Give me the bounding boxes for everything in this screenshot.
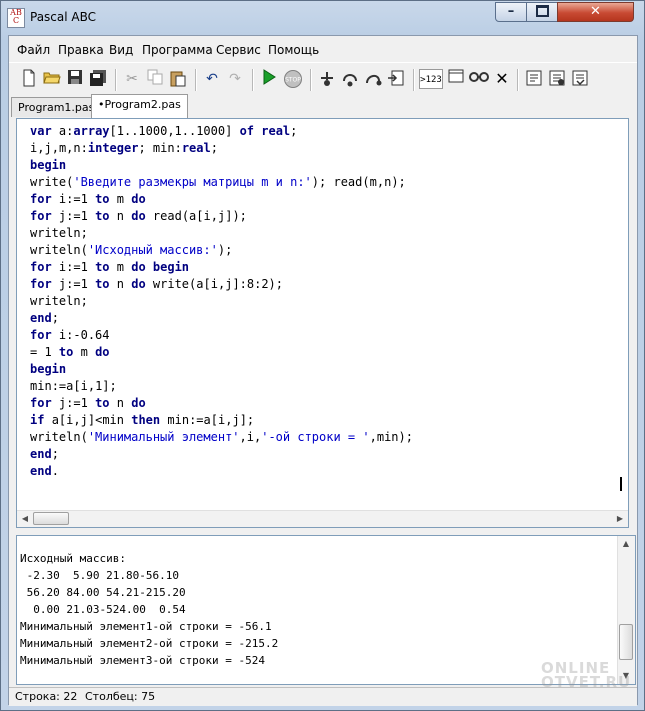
code-line: writeln('Исходный массив:');	[30, 243, 233, 257]
menu-service[interactable]: Сервис	[216, 43, 261, 57]
undo-icon[interactable]: ↶	[202, 69, 222, 89]
output-line: Минимальный элемент1-ой строки = -56.1	[20, 620, 272, 633]
build-all-icon[interactable]	[547, 69, 567, 89]
tab-program1[interactable]: Program1.pas	[11, 97, 102, 117]
code-line: for i:-0.64	[30, 328, 110, 342]
locals-icon[interactable]	[446, 69, 466, 89]
code-line: if a[i,j]<min then min:=a[i,j];	[30, 413, 255, 427]
code-line: writeln('Минимальный элемент',i,'-ой стр…	[30, 430, 413, 444]
new-file-icon[interactable]	[19, 69, 39, 89]
stop-label: STOP	[285, 77, 301, 84]
status-line: Строка: 22	[15, 690, 78, 703]
tab-program2[interactable]: •Program2.pas	[91, 94, 188, 118]
code-line: end;	[30, 311, 59, 325]
output-line: Минимальный элемент3-ой строки = -524	[20, 654, 266, 667]
watermark-line2: OTVET.RU	[541, 673, 632, 691]
main-area: Файл Правка Вид Программа Сервис Помощь …	[8, 35, 638, 706]
copy-icon[interactable]	[145, 69, 165, 89]
save-icon[interactable]	[65, 69, 85, 89]
scroll-up-icon[interactable]: ▲	[620, 538, 632, 550]
code-line: for i:=1 to m do	[30, 192, 146, 206]
toolbar-separator	[310, 69, 312, 91]
toolbar-separator	[115, 69, 117, 91]
code-line: end.	[30, 464, 59, 478]
menu-program[interactable]: Программа	[142, 43, 213, 57]
code-line: for j:=1 to n do read(a[i,j]);	[30, 209, 247, 223]
code-line: i,j,m,n:integer; min:real;	[30, 141, 218, 155]
code-line: writeln;	[30, 226, 88, 240]
scroll-thumb[interactable]	[619, 624, 633, 660]
watch-icon[interactable]: >123	[419, 69, 443, 89]
menu-file[interactable]: Файл	[17, 43, 50, 57]
build-icon[interactable]	[524, 69, 544, 89]
minimize-icon: –	[507, 4, 515, 19]
glasses-icon[interactable]	[469, 69, 489, 89]
output-line: -2.30 5.90 21.80-56.10	[20, 569, 179, 582]
menu-edit[interactable]: Правка	[58, 43, 104, 57]
code-line: write('Введите размекры матрицы m и n:')…	[30, 175, 406, 189]
save-all-icon[interactable]	[88, 69, 108, 89]
cancel-icon[interactable]: ✕	[492, 69, 512, 89]
maximize-button[interactable]	[526, 2, 558, 22]
toolbar-separator	[517, 69, 519, 91]
run-icon[interactable]	[259, 69, 279, 89]
editor-horizontal-scrollbar[interactable]: ◀ ▶	[17, 510, 628, 527]
code-line: writeln;	[30, 294, 88, 308]
title-bar[interactable]: AB C Pascal ABC – ✕	[1, 1, 644, 35]
scroll-right-icon[interactable]: ▶	[614, 513, 626, 525]
output-text: Исходный массив: -2.30 5.90 21.80-56.10 …	[20, 550, 278, 669]
output-line: 0.00 21.03-524.00 0.54	[20, 603, 186, 616]
app-window: AB C Pascal ABC – ✕ Файл Правка Вид Прог…	[0, 0, 645, 711]
code-line: = 1 to m do	[30, 345, 110, 359]
code-line: var a:array[1..1000,1..1000] of real;	[30, 124, 298, 138]
toolbar: ✂ ↶ ↷ STOP >123 ✕	[9, 62, 637, 97]
maximize-icon	[535, 4, 549, 17]
code-line: min:=a[i,1];	[30, 379, 117, 393]
scroll-left-icon[interactable]: ◀	[19, 513, 31, 525]
watermark-logo: ONLINE OTVET.RU	[541, 661, 632, 691]
code-line: begin	[30, 362, 67, 376]
open-folder-icon[interactable]	[42, 69, 62, 89]
menu-help[interactable]: Помощь	[268, 43, 319, 57]
scroll-thumb[interactable]	[33, 512, 69, 525]
code-text[interactable]: var a:array[1..1000,1..1000] of real; i,j…	[30, 123, 413, 480]
minimize-button[interactable]: –	[495, 2, 527, 22]
output-line: Минимальный элемент2-ой строки = -215.2	[20, 637, 279, 650]
code-line: end;	[30, 447, 59, 461]
toolbar-separator	[252, 69, 254, 91]
window-title: Pascal ABC	[30, 10, 97, 24]
close-button[interactable]: ✕	[557, 2, 634, 22]
cut-icon[interactable]: ✂	[122, 69, 142, 89]
code-line: for i:=1 to m do begin	[30, 260, 190, 274]
step-out-icon[interactable]	[363, 69, 383, 89]
code-line: for j:=1 to n do	[30, 396, 146, 410]
status-column: Столбец: 75	[85, 690, 156, 703]
menu-view[interactable]: Вид	[109, 43, 133, 57]
code-editor[interactable]: var a:array[1..1000,1..1000] of real; i,j…	[16, 118, 629, 528]
step-into-icon[interactable]	[317, 69, 337, 89]
paste-icon[interactable]	[168, 69, 188, 89]
debug-window-icon[interactable]	[386, 69, 406, 89]
output-line: Исходный массив:	[20, 552, 126, 565]
rebuild-icon[interactable]	[570, 69, 590, 89]
pascal-abc-app-icon: AB C	[7, 8, 25, 28]
toolbar-separator	[195, 69, 197, 91]
close-icon: ✕	[590, 4, 601, 19]
menu-bar: Файл Правка Вид Программа Сервис Помощь	[9, 36, 637, 62]
redo-icon[interactable]: ↷	[225, 69, 245, 89]
text-cursor	[620, 477, 622, 491]
stop-icon[interactable]: STOP	[283, 69, 303, 89]
code-line: begin	[30, 158, 67, 172]
step-over-icon[interactable]	[340, 69, 360, 89]
app-icon-text: AB C	[10, 8, 22, 25]
file-tabs: Program1.pas •Program2.pas	[9, 94, 637, 118]
output-line: 56.20 84.00 54.21-215.20	[20, 586, 186, 599]
code-line: for j:=1 to n do write(a[i,j]:8:2);	[30, 277, 284, 291]
toolbar-separator	[413, 69, 415, 91]
